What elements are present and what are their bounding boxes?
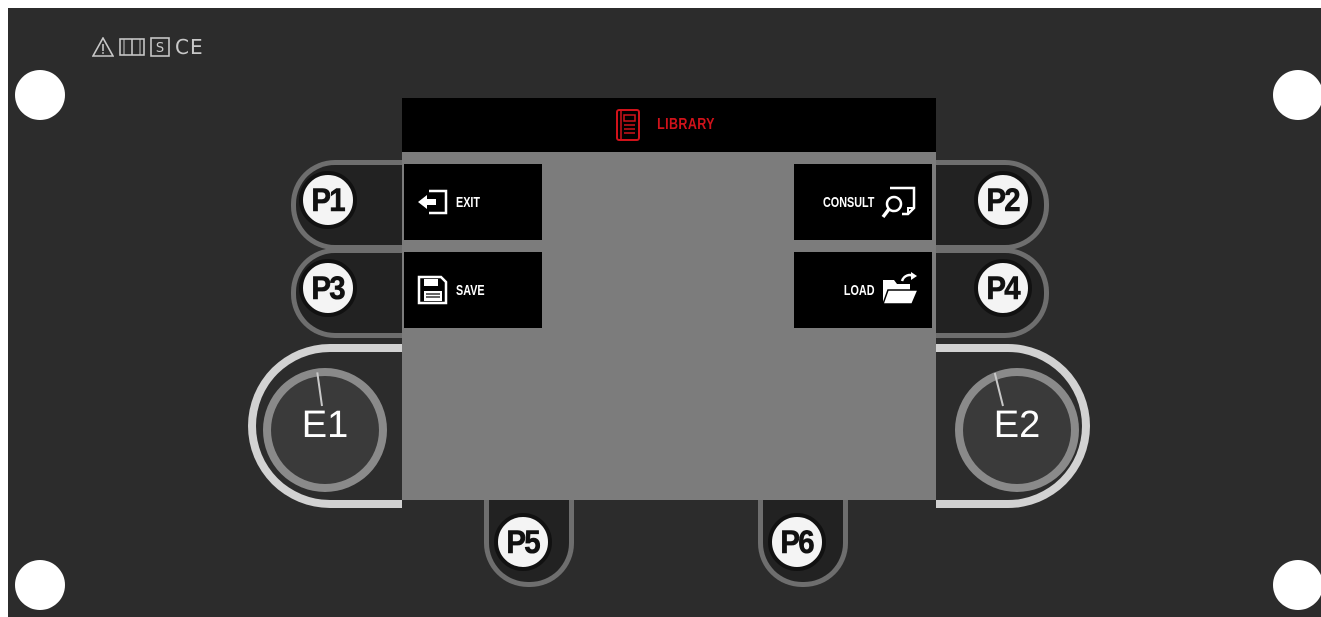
p5-label: P5	[506, 523, 542, 560]
p6-button[interactable]: P6	[768, 513, 826, 571]
e1-label: E1	[301, 404, 349, 446]
softkey-exit[interactable]: EXIT	[404, 164, 542, 240]
mounting-screw-bottom-right	[1273, 560, 1321, 610]
open-folder-icon	[881, 272, 920, 305]
mounting-screw-top-left	[15, 70, 65, 120]
warning-triangle-icon	[92, 37, 114, 57]
softkey-consult[interactable]: CONSULT	[794, 164, 932, 240]
e1-encoder-knob[interactable]: E1	[263, 368, 387, 492]
softkey-exit-label: EXIT	[456, 193, 481, 211]
svg-text:S: S	[156, 41, 164, 56]
e2-encoder-knob[interactable]: E2	[955, 368, 1079, 492]
floppy-disk-icon	[417, 275, 448, 305]
softkey-save-label: SAVE	[456, 281, 485, 299]
p2-label: P2	[986, 181, 1022, 218]
mounting-screw-bottom-left	[15, 560, 65, 610]
p4-label: P4	[986, 269, 1022, 306]
softkey-consult-label: CONSULT	[822, 193, 874, 211]
manual-book-icon	[119, 38, 145, 56]
mounting-screw-top-right	[1273, 70, 1321, 120]
screen-title: LIBRARY	[657, 116, 715, 133]
ce-mark: CE	[175, 35, 204, 59]
search-file-icon	[881, 186, 916, 219]
p2-button[interactable]: P2	[974, 171, 1032, 229]
display-screen: LIBRARY EXIT SAVE CONSULT LOAD	[402, 98, 936, 500]
p5-button[interactable]: P5	[494, 513, 552, 571]
library-book-icon	[615, 109, 640, 141]
s-mark-icon: S	[150, 37, 170, 57]
e2-label: E2	[993, 404, 1041, 446]
softkey-save[interactable]: SAVE	[404, 252, 542, 328]
compliance-marks: S CE	[92, 32, 204, 62]
p6-label: P6	[780, 523, 816, 560]
p1-label: P1	[311, 181, 347, 218]
p1-button[interactable]: P1	[299, 171, 357, 229]
screen-title-bar: LIBRARY	[402, 98, 936, 152]
p3-button[interactable]: P3	[299, 259, 357, 317]
softkey-load[interactable]: LOAD	[794, 252, 932, 328]
softkey-load-label: LOAD	[843, 281, 874, 299]
p4-button[interactable]: P4	[974, 259, 1032, 317]
p3-label: P3	[311, 269, 347, 306]
exit-door-icon	[418, 189, 448, 215]
